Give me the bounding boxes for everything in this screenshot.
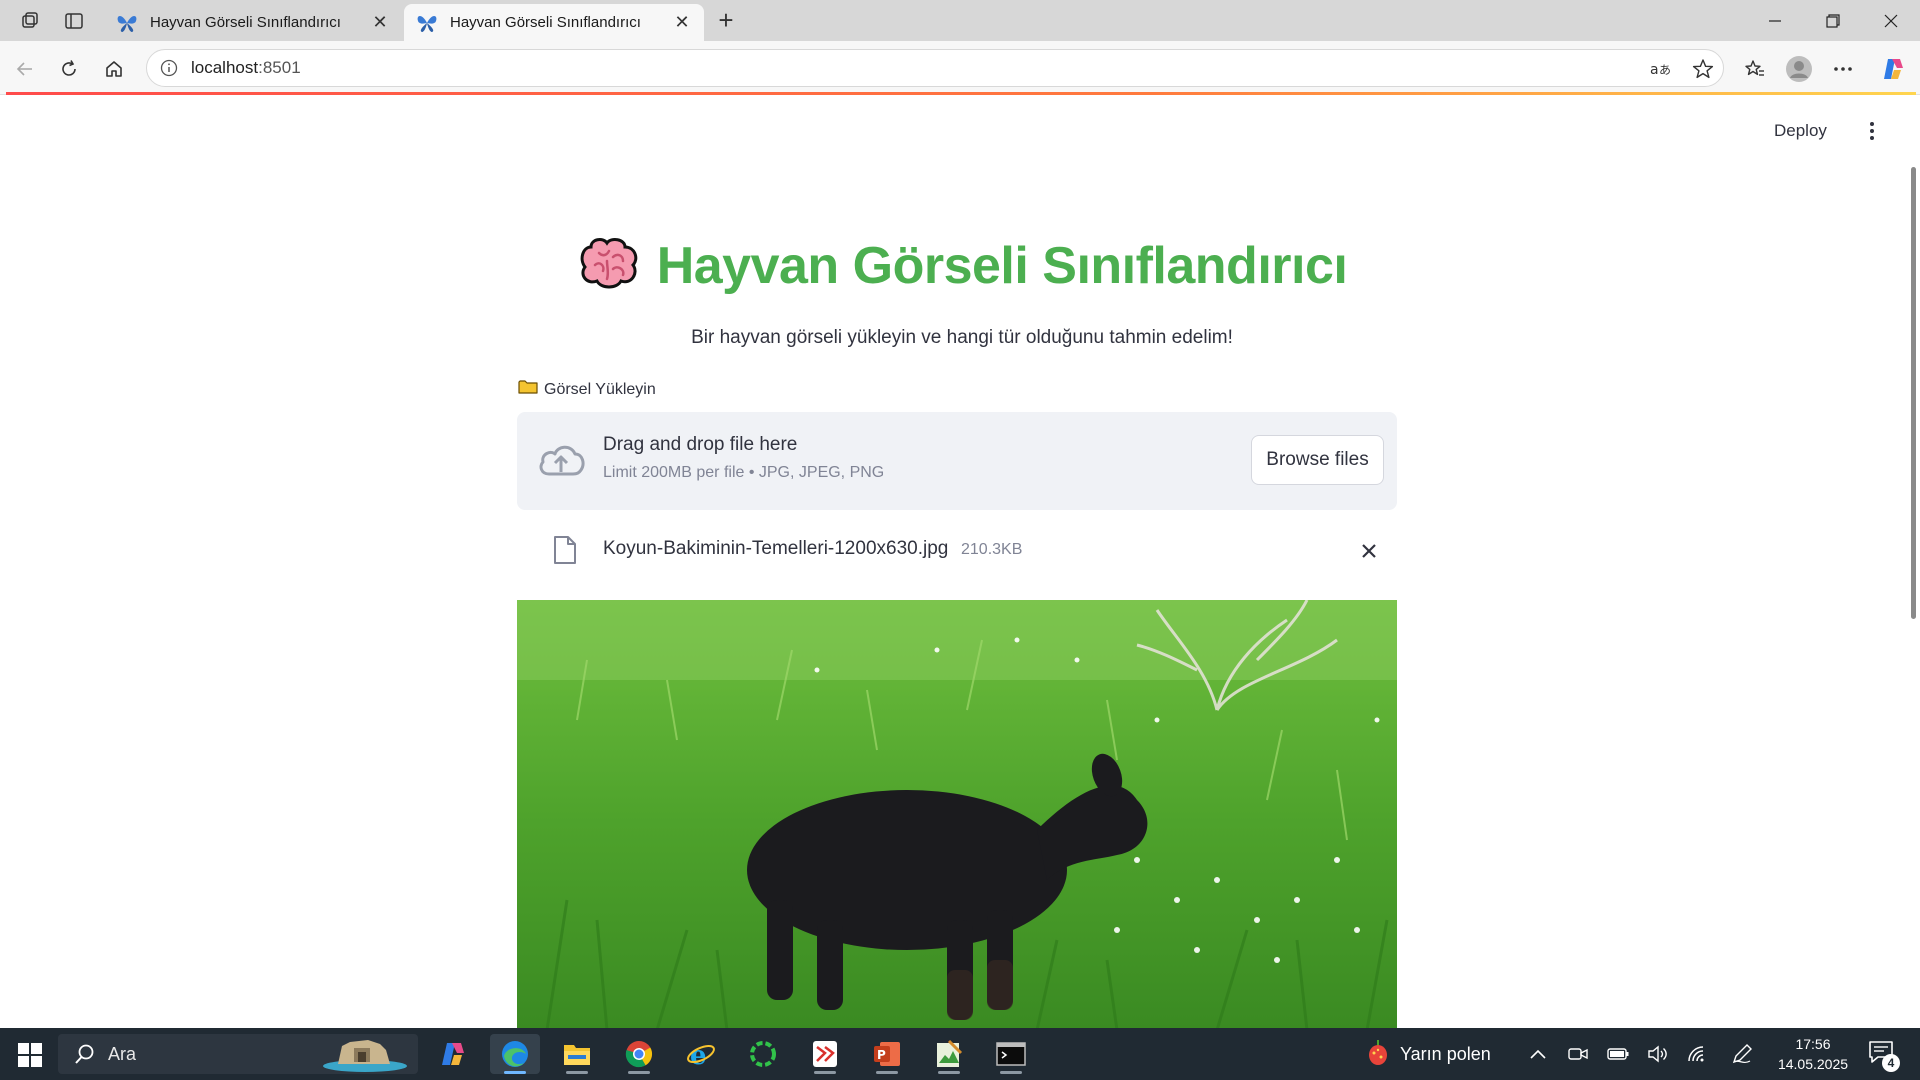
clock-time: 17:56 — [1795, 1036, 1831, 1052]
windows-start-icon[interactable] — [16, 1041, 44, 1069]
svg-text:a: a — [1650, 62, 1659, 78]
uploader-label: Görsel Yükleyin — [518, 379, 656, 400]
show-hidden-icons-chevron-icon[interactable] — [1526, 1042, 1550, 1066]
uploaded-file-name: Koyun-Bakiminin-Temelleri-1200x630.jpg — [603, 538, 949, 559]
notification-center-icon[interactable]: 4 — [1868, 1040, 1900, 1072]
search-highlight-illustration-icon — [320, 1036, 410, 1077]
more-options-icon[interactable] — [1826, 52, 1860, 86]
windows-taskbar: Ara e P Yarın polen 17:56 14.05.2025 4 — [0, 1028, 1920, 1080]
taskbar-nitro-pdf-icon[interactable] — [800, 1034, 850, 1074]
uploaded-image-preview — [517, 600, 1397, 1028]
taskbar-search-box[interactable]: Ara — [58, 1034, 418, 1074]
profile-avatar-icon[interactable] — [1782, 52, 1816, 86]
new-tab-icon[interactable]: + — [712, 5, 740, 35]
home-icon[interactable] — [97, 52, 131, 86]
notification-count-badge: 4 — [1882, 1054, 1900, 1072]
close-tab-icon[interactable]: ✕ — [370, 12, 390, 33]
battery-icon[interactable] — [1606, 1042, 1630, 1066]
read-aloud-translate-icon[interactable]: aあ — [1649, 57, 1673, 81]
svg-text:P: P — [877, 1048, 886, 1062]
url-field[interactable]: localhost:8501 aあ — [146, 49, 1724, 87]
taskbar-copilot-icon[interactable] — [428, 1034, 478, 1074]
site-info-icon[interactable] — [157, 56, 181, 80]
close-tab-icon[interactable]: ✕ — [672, 12, 692, 33]
taskbar-weather-widget[interactable]: Yarın polen — [1366, 1038, 1491, 1071]
weather-label: Yarın polen — [1400, 1044, 1491, 1064]
browse-files-button[interactable]: Browse files — [1251, 435, 1384, 485]
dropzone-limit-text: Limit 200MB per file • JPG, JPEG, PNG — [603, 464, 885, 481]
file-icon — [553, 535, 577, 570]
wifi-icon[interactable] — [1686, 1042, 1710, 1066]
back-icon[interactable] — [8, 52, 42, 86]
vertical-tabs-icon[interactable] — [60, 7, 88, 35]
browser-tab-bar: Hayvan Görseli Sınıflandırıcı ✕ Hayvan G… — [0, 0, 1920, 41]
file-dropzone[interactable]: Drag and drop file here Limit 200MB per … — [517, 412, 1397, 510]
main-menu-icon[interactable] — [1862, 119, 1882, 143]
cloud-upload-icon — [537, 442, 585, 483]
taskbar-chrome-icon[interactable] — [614, 1034, 664, 1074]
remove-file-icon[interactable] — [1357, 539, 1381, 563]
meet-now-icon[interactable] — [1566, 1042, 1590, 1066]
page-viewport: Deploy Hayvan Görseli Sınıflandırıcı Bir… — [6, 95, 1918, 1028]
browser-tab-2[interactable]: Hayvan Görseli Sınıflandırıcı ✕ — [404, 4, 704, 41]
volume-icon[interactable] — [1646, 1042, 1670, 1066]
uploaded-file-row: Koyun-Bakiminin-Temelleri-1200x630.jpg 2… — [517, 525, 1397, 575]
clock-date: 14.05.2025 — [1777, 1056, 1849, 1072]
pen-menu-icon[interactable] — [1730, 1042, 1754, 1066]
page-title: Hayvan Görseli Sınıflandırıcı — [6, 235, 1918, 296]
favorite-star-icon[interactable] — [1691, 57, 1715, 81]
search-placeholder: Ara — [108, 1043, 137, 1064]
url-text: localhost:8501 — [191, 58, 301, 77]
taskbar-powerpoint-icon[interactable]: P — [862, 1034, 912, 1074]
tab-title: Hayvan Görseli Sınıflandırıcı — [150, 14, 341, 31]
restore-icon[interactable] — [1810, 6, 1856, 36]
search-icon — [74, 1043, 96, 1070]
taskbar-edge-icon[interactable] — [490, 1034, 540, 1074]
copilot-icon[interactable] — [1876, 52, 1910, 86]
uploaded-file-size: 210.3KB — [961, 541, 1023, 558]
pollen-icon — [1366, 1038, 1390, 1071]
refresh-icon[interactable] — [52, 52, 86, 86]
workspaces-icon[interactable] — [16, 7, 44, 35]
brain-icon — [577, 235, 641, 296]
taskbar-terminal-icon[interactable] — [986, 1034, 1036, 1074]
taskbar-image-editor-icon[interactable] — [924, 1034, 974, 1074]
browser-tab-1[interactable]: Hayvan Görseli Sınıflandırıcı ✕ — [104, 4, 402, 41]
tab-title: Hayvan Görseli Sınıflandırıcı — [450, 14, 641, 31]
favorites-icon[interactable] — [1738, 52, 1772, 86]
minimize-icon[interactable] — [1752, 6, 1798, 36]
svg-text:あ: あ — [1659, 63, 1671, 77]
taskbar-spinner-app-icon[interactable] — [738, 1034, 788, 1074]
svg-text:e: e — [690, 1041, 707, 1069]
butterfly-icon — [416, 12, 438, 34]
taskbar-clock[interactable]: 17:56 14.05.2025 — [1768, 1034, 1858, 1074]
uploader-label-text: Görsel Yükleyin — [544, 380, 656, 398]
taskbar-file-explorer-icon[interactable] — [552, 1034, 602, 1074]
dropzone-instructions: Drag and drop file here — [603, 434, 798, 455]
app-title-text: Hayvan Görseli Sınıflandırıcı — [656, 236, 1348, 295]
deploy-button[interactable]: Deploy — [1774, 121, 1827, 141]
address-bar-row: localhost:8501 aあ — [0, 41, 1920, 95]
taskbar-internet-explorer-icon[interactable]: e — [676, 1034, 726, 1074]
folder-icon — [518, 379, 538, 400]
butterfly-icon — [116, 12, 138, 34]
app-subtitle: Bir hayvan görseli yükleyin ve hangi tür… — [691, 327, 1233, 348]
close-window-icon[interactable] — [1868, 6, 1914, 36]
